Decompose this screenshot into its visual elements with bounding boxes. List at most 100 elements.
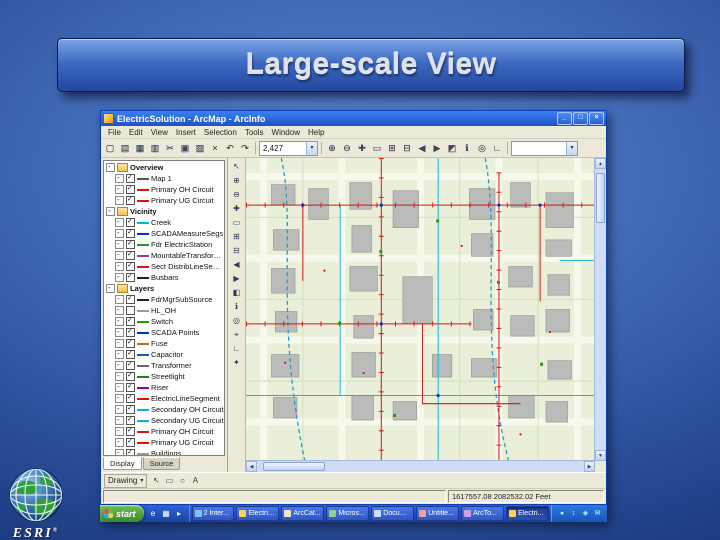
toc-row[interactable]: Busbars — [104, 272, 224, 283]
menu-item[interactable]: File — [104, 128, 125, 137]
expander-icon[interactable] — [115, 239, 124, 249]
scroll-left-icon[interactable]: ◀ — [246, 461, 257, 472]
maximize-button[interactable]: □ — [573, 112, 588, 125]
taskbar-button[interactable]: ArcCat... — [281, 506, 325, 521]
expander-icon[interactable] — [115, 338, 124, 348]
taskbar-button[interactable]: ArcTo... — [461, 506, 505, 521]
toc-row[interactable]: Creek — [104, 217, 224, 228]
show-desktop-icon[interactable]: ▦ — [161, 508, 172, 519]
toc-row[interactable]: ElectricLineSegment — [104, 393, 224, 404]
hyperlink-tool[interactable]: ✦ — [230, 356, 244, 369]
toc-row[interactable]: Vicinity — [104, 206, 224, 217]
full-extent-tool[interactable]: ▭ — [230, 216, 244, 229]
layer-checkbox[interactable] — [126, 261, 135, 271]
toc-row[interactable]: Layers — [104, 283, 224, 294]
expander-icon[interactable] — [115, 393, 124, 403]
save-icon[interactable]: ▦ — [133, 141, 147, 155]
media-player-icon[interactable]: ▸ — [174, 508, 185, 519]
close-button[interactable]: × — [589, 112, 604, 125]
drawing-menu[interactable]: Drawing ▾ — [104, 473, 148, 488]
toc-row[interactable]: MountableTransformer — [104, 250, 224, 261]
measure-icon[interactable]: ∟ — [490, 141, 504, 155]
fixed-zoom-out-icon[interactable]: ⊟ — [400, 141, 414, 155]
identify-icon[interactable]: ℹ — [460, 141, 474, 155]
layer-checkbox[interactable] — [126, 327, 135, 337]
layer-checkbox[interactable] — [126, 437, 135, 447]
toc-row[interactable]: SCADAMeasureSegs — [104, 228, 224, 239]
toc-row[interactable]: Fdr ElectricStation — [104, 239, 224, 250]
expander-icon[interactable] — [115, 250, 124, 260]
print-icon[interactable]: ▥ — [148, 141, 162, 155]
layer-checkbox[interactable] — [126, 184, 135, 194]
zoom-out-icon[interactable]: ⊖ — [340, 141, 354, 155]
expander-icon[interactable] — [115, 404, 124, 414]
map-horizontal-scrollbar[interactable]: ◀ ▶ — [246, 460, 595, 472]
toc-row[interactable]: Primary OH Circuit — [104, 426, 224, 437]
expander-icon[interactable] — [115, 261, 124, 271]
expander-icon[interactable] — [115, 327, 124, 337]
layer-checkbox[interactable] — [126, 272, 135, 282]
identify-tool[interactable]: ℹ — [230, 300, 244, 313]
text-icon[interactable]: A — [189, 475, 201, 487]
scroll-down-icon[interactable]: ▼ — [595, 450, 606, 461]
toc-row[interactable]: Transformer — [104, 360, 224, 371]
layer-checkbox[interactable] — [126, 371, 135, 381]
menu-item[interactable]: Tools — [241, 128, 268, 137]
expander-icon[interactable] — [115, 195, 124, 205]
zoom-in-icon[interactable]: ⊕ — [325, 141, 339, 155]
zoom-in-tool[interactable]: ⊕ — [230, 174, 244, 187]
layer-checkbox[interactable] — [126, 360, 135, 370]
find-tool[interactable]: ◎ — [230, 314, 244, 327]
menu-item[interactable]: Help — [304, 128, 328, 137]
expander-icon[interactable] — [115, 437, 124, 447]
chevron-down-icon[interactable]: ▾ — [306, 141, 317, 155]
pan-tool[interactable]: ✚ — [230, 202, 244, 215]
expander-icon[interactable] — [115, 305, 124, 315]
toolbar-dropdown[interactable]: ▾ — [511, 140, 578, 156]
expander-icon[interactable] — [106, 206, 115, 216]
toc-row[interactable]: HL_OH — [104, 305, 224, 316]
toc-row[interactable]: Primary UG Circuit — [104, 437, 224, 448]
layer-checkbox[interactable] — [126, 448, 135, 455]
toc-row[interactable]: Primary OH Circuit — [104, 184, 224, 195]
full-extent-icon[interactable]: ▭ — [370, 141, 384, 155]
toc-row[interactable]: Switch — [104, 316, 224, 327]
taskbar-button[interactable]: Docum... — [371, 506, 415, 521]
open-folder-icon[interactable]: ▤ — [118, 141, 132, 155]
delete-icon[interactable]: × — [208, 141, 222, 155]
fixed-zoom-in-icon[interactable]: ⊞ — [385, 141, 399, 155]
toc-row[interactable]: Map 1 — [104, 173, 224, 184]
internet-explorer-icon[interactable]: e — [148, 508, 159, 519]
zoom-out-tool[interactable]: ⊖ — [230, 188, 244, 201]
taskbar-button[interactable]: 2 Inter... — [191, 506, 235, 521]
fixed-zoom-in-tool[interactable]: ⊞ — [230, 230, 244, 243]
layer-checkbox[interactable] — [126, 173, 135, 183]
menu-item[interactable]: Edit — [125, 128, 147, 137]
layer-checkbox[interactable] — [126, 228, 135, 238]
expander-icon[interactable] — [106, 162, 115, 172]
scale-combo[interactable]: 2,427 ▾ — [259, 140, 318, 156]
layer-checkbox[interactable] — [126, 338, 135, 348]
toc-row[interactable]: SCADA Points — [104, 327, 224, 338]
expander-icon[interactable] — [115, 173, 124, 183]
antivirus-icon[interactable]: ◈ — [581, 509, 590, 518]
toc-row[interactable]: Primary UG Circuit — [104, 195, 224, 206]
layer-checkbox[interactable] — [126, 294, 135, 304]
pan-icon[interactable]: ✚ — [355, 141, 369, 155]
toc-row[interactable]: Overview — [104, 162, 224, 173]
mail-icon[interactable]: ✉ — [593, 509, 602, 518]
goto-xy-tool[interactable]: ⌖ — [230, 328, 244, 341]
menu-item[interactable]: Window — [268, 128, 304, 137]
taskbar-button[interactable]: Untitle... — [416, 506, 460, 521]
measure-tool[interactable]: ∟ — [230, 342, 244, 355]
scroll-track[interactable] — [257, 461, 584, 472]
toc-row[interactable]: Secondary OH Circuit — [104, 404, 224, 415]
expander-icon[interactable] — [115, 448, 124, 455]
back-tool[interactable]: ◀ — [230, 258, 244, 271]
undo-icon[interactable]: ↶ — [223, 141, 237, 155]
tab-source[interactable]: Source — [142, 457, 181, 470]
forward-tool[interactable]: ▶ — [230, 272, 244, 285]
taskbar-button[interactable]: Micros... — [326, 506, 370, 521]
toc-row[interactable]: Secondary UG Circuit — [104, 415, 224, 426]
toc-row[interactable]: Streetlight — [104, 371, 224, 382]
